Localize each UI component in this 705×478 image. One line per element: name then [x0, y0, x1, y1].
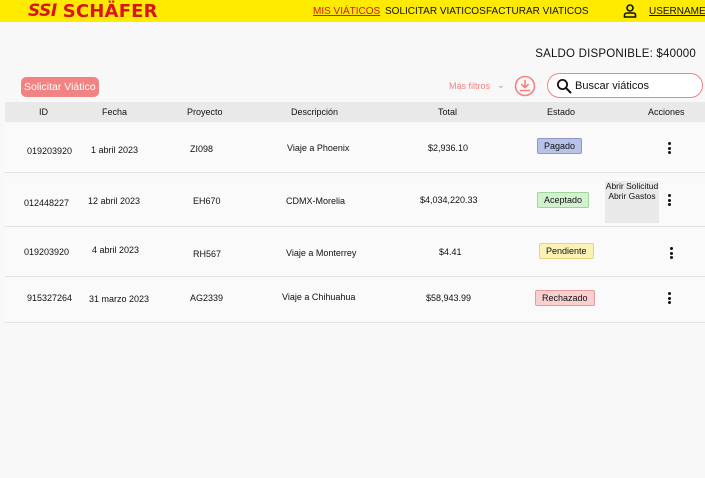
- cell-id: 915327264: [27, 293, 73, 303]
- cell-id: 019203920: [27, 146, 73, 156]
- solicitar-viatico-button[interactable]: Solicitar Viático: [21, 77, 99, 97]
- table-row[interactable]: 915327264 31 marzo 2023 AG2339 Viaje a C…: [5, 278, 705, 323]
- cell-proyecto: RH567: [193, 249, 222, 259]
- table-header: ID Fecha Proyecto Descripción Total Esta…: [5, 102, 705, 122]
- mas-filtros-link[interactable]: Más filtros: [449, 81, 490, 91]
- menu-abrir-gastos[interactable]: Abrir Gastos: [605, 191, 659, 202]
- status-badge: Rechazado: [535, 290, 595, 306]
- header-fecha: Fecha: [102, 107, 128, 117]
- more-actions-icon[interactable]: [664, 141, 674, 155]
- search-icon: [557, 79, 572, 94]
- cell-proyecto: AG2339: [190, 293, 224, 303]
- table-row[interactable]: 012448227 12 abril 2023 EH670 CDMX-Morel…: [5, 177, 705, 227]
- nav-mis-viaticos[interactable]: MIS VIÁTICOS: [313, 6, 380, 17]
- header-acciones: Acciones: [648, 107, 685, 117]
- logo-wordmark: SCHÄFER: [62, 0, 158, 22]
- download-icon[interactable]: [514, 75, 536, 97]
- cell-fecha: 4 abril 2023: [92, 245, 140, 255]
- header-estado: Estado: [547, 107, 576, 117]
- chevron-down-icon: ⌄: [497, 80, 505, 90]
- top-navbar: SSI SCHÄFER MIS VIÁTICOS SOLICITAR VIATI…: [0, 0, 705, 22]
- logo-mark: SSI: [28, 1, 57, 21]
- cell-descripcion: CDMX-Morelia: [286, 196, 346, 206]
- cell-fecha: 31 marzo 2023: [89, 294, 150, 304]
- status-badge: Pagado: [537, 138, 583, 154]
- cell-proyecto: EH670: [193, 196, 221, 206]
- search-box[interactable]: [547, 73, 703, 98]
- status-badge: Aceptado: [537, 192, 590, 208]
- cell-descripcion: Viaje a Phoenix: [287, 143, 350, 153]
- table-row[interactable]: 019203920 1 abril 2023 ZI098 Viaje a Pho…: [5, 123, 705, 173]
- cell-descripcion: Viaje a Monterrey: [286, 248, 357, 258]
- more-actions-icon[interactable]: [664, 193, 674, 207]
- nav-facturar-viaticos[interactable]: FACTURAR VIATICOS: [486, 6, 589, 17]
- ssi-schafer-logo[interactable]: SSI SCHÄFER: [28, 0, 158, 22]
- cell-total: $2,936.10: [428, 143, 469, 153]
- actions-menu: Abrir Solicitud Abrir Gastos: [605, 181, 659, 223]
- cell-total: $58,943.99: [426, 293, 472, 303]
- table-row[interactable]: 019203920 4 abril 2023 RH567 Viaje a Mon…: [5, 229, 705, 277]
- header-proyecto: Proyecto: [187, 107, 223, 117]
- status-badge: Pendiente: [539, 243, 594, 259]
- cell-fecha: 1 abril 2023: [91, 145, 139, 155]
- more-actions-icon[interactable]: [666, 246, 676, 260]
- more-actions-icon[interactable]: [664, 291, 674, 305]
- search-input[interactable]: [575, 77, 695, 95]
- cell-total: $4.41: [439, 247, 462, 257]
- user-icon[interactable]: [622, 3, 638, 19]
- cell-proyecto: ZI098: [190, 144, 214, 154]
- header-descripcion: Descripción: [291, 107, 339, 117]
- cell-id: 019203920: [24, 247, 70, 257]
- cell-total: $4,034,220.33: [420, 195, 478, 205]
- cell-id: 012448227: [24, 198, 70, 208]
- username-link[interactable]: USERNAME: [649, 6, 705, 17]
- header-total: Total: [438, 107, 458, 117]
- cell-fecha: 12 abril 2023: [88, 196, 141, 206]
- saldo-disponible: SALDO DISPONIBLE: $40000: [535, 48, 696, 60]
- cell-descripcion: Viaje a Chihuahua: [282, 292, 356, 302]
- header-id: ID: [39, 107, 48, 117]
- nav-solicitar-viaticos[interactable]: SOLICITAR VIATICOS: [385, 6, 486, 17]
